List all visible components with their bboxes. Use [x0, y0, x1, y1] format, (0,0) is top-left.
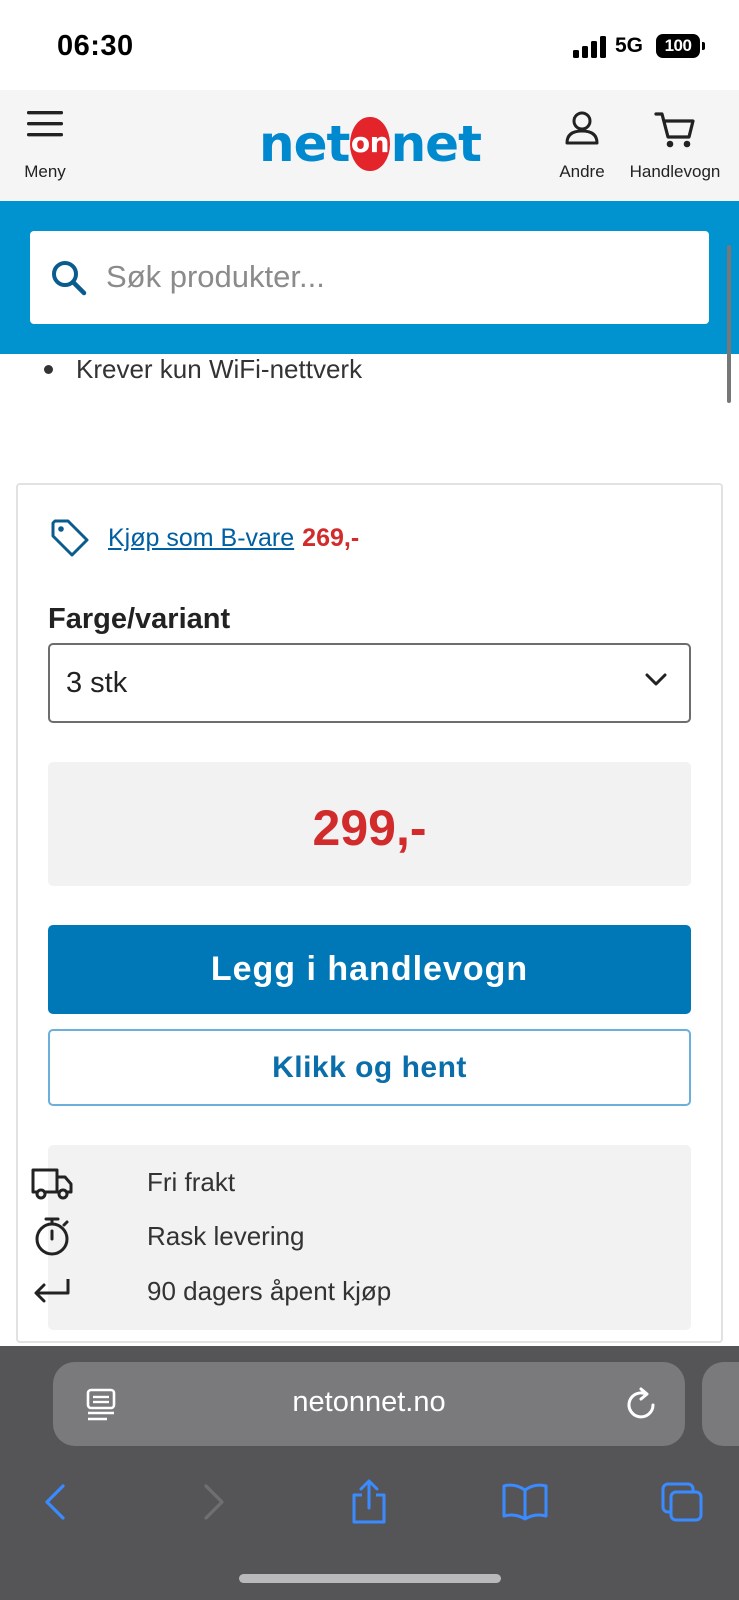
add-to-cart-button[interactable]: Legg i handlevogn [48, 925, 691, 1014]
return-arrow-icon [34, 1279, 70, 1303]
b-item-offer: Kjøp som B-vare 269,- [50, 518, 359, 558]
share-button[interactable] [339, 1472, 399, 1532]
site-header: Meny net on net Andre Handlevogn [0, 90, 739, 201]
search-input[interactable] [106, 251, 686, 303]
feature-text: Krever kun WiFi-nettverk [76, 354, 363, 384]
menu-label: Meny [24, 162, 66, 181]
status-bar: 06:30 5G 100 [0, 0, 739, 90]
truck-icon [31, 1168, 73, 1200]
status-time: 06:30 [57, 30, 134, 62]
user-icon [565, 111, 599, 145]
menu-button[interactable]: Meny [5, 90, 85, 201]
search-field[interactable] [30, 231, 709, 324]
bullet-icon [44, 365, 53, 374]
usp-free-shipping: Fri frakt [30, 1160, 235, 1204]
network-type: 5G [615, 34, 644, 57]
bookmarks-button[interactable] [495, 1472, 555, 1532]
account-label: Andre [559, 162, 605, 181]
battery-tip [702, 42, 705, 50]
variant-selected-value: 3 stk [66, 667, 128, 699]
stopwatch-icon [35, 1217, 69, 1256]
feature-bullet-item: Krever kun WiFi-nettverk [44, 354, 362, 385]
b-item-price: 269,- [302, 523, 360, 552]
hamburger-menu-icon [27, 111, 63, 137]
chevron-left-icon [45, 1484, 65, 1520]
variant-label: Farge/variant [48, 603, 231, 635]
usp-fast-delivery: Rask levering [30, 1214, 305, 1258]
logo-text-on: on [350, 117, 390, 171]
usp-open-purchase: 90 dagers åpent kjøp [30, 1269, 391, 1313]
back-button[interactable] [25, 1472, 85, 1532]
logo-text-left: net [259, 115, 350, 173]
cart-label: Handlevogn [629, 162, 721, 181]
shopping-cart-icon [654, 112, 695, 148]
battery-icon: 100 [656, 34, 700, 58]
chevron-right-icon [204, 1484, 224, 1520]
variant-select[interactable]: 3 stk [48, 643, 691, 723]
product-price: 299,- [312, 800, 427, 856]
b-item-link[interactable]: Kjøp som B-vare [108, 524, 294, 553]
price-tag-icon [51, 519, 89, 557]
chevron-down-icon [645, 673, 667, 686]
cart-button[interactable]: Handlevogn [625, 90, 725, 201]
next-tab-address-bar[interactable] [702, 1362, 739, 1446]
click-and-collect-button[interactable]: Klikk og hent [48, 1029, 691, 1106]
price-box: 299,- [48, 762, 691, 886]
tabs-button[interactable] [652, 1472, 712, 1532]
netonnet-logo[interactable]: net on net [259, 114, 482, 174]
url-text: netonnet.no [292, 1386, 446, 1418]
scroll-indicator [727, 245, 731, 403]
tabs-icon [661, 1482, 703, 1522]
reload-icon[interactable] [625, 1386, 659, 1422]
usp-text: Rask levering [147, 1220, 305, 1251]
forward-button[interactable] [184, 1472, 244, 1532]
home-indicator [239, 1574, 501, 1583]
share-icon [352, 1479, 386, 1524]
cellular-signal-icon [573, 36, 607, 58]
usp-text: 90 dagers åpent kjøp [147, 1275, 392, 1306]
book-icon [502, 1483, 548, 1521]
address-bar[interactable]: netonnet.no [53, 1362, 685, 1446]
search-icon [52, 261, 87, 296]
search-bar [0, 201, 739, 354]
logo-text-right: net [390, 115, 482, 173]
browser-toolbar: netonnet.no [0, 1346, 739, 1600]
account-button[interactable]: Andre [552, 90, 612, 201]
usp-text: Fri frakt [147, 1166, 236, 1197]
